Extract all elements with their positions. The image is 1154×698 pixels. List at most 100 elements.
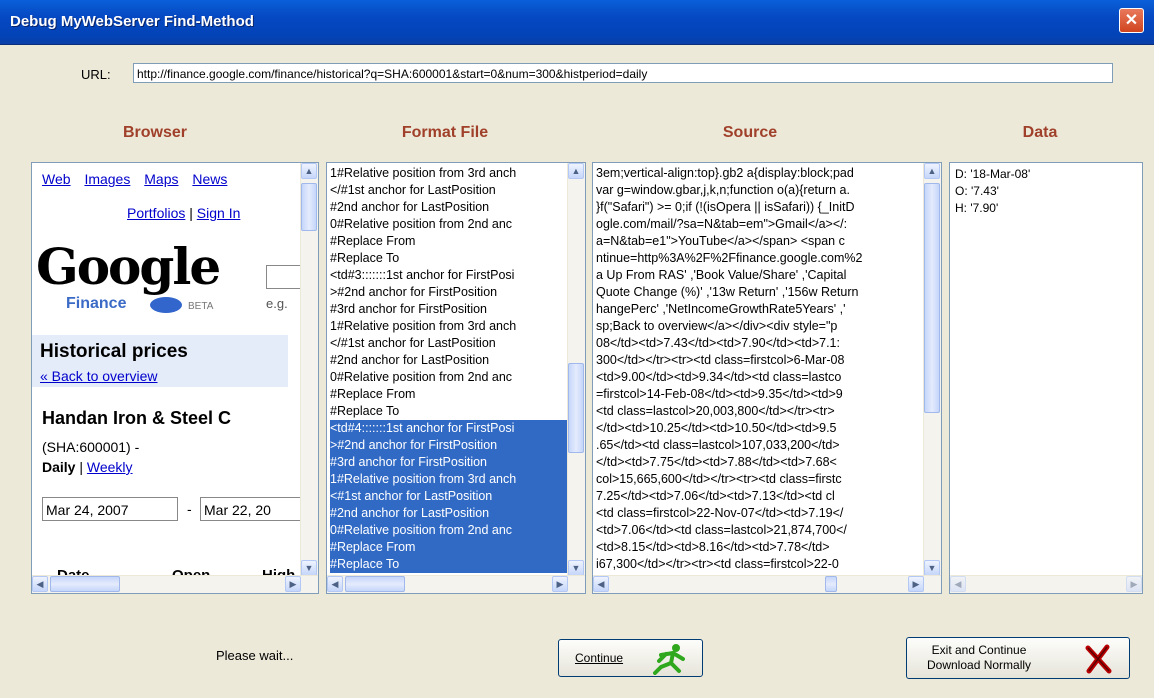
scroll-thumb[interactable] [924,183,940,413]
browser-panel[interactable]: Web Images Maps News Portfolios | Sign I… [31,162,319,594]
scroll-left-arrow-icon[interactable]: ◀ [950,576,966,592]
browser-view: Web Images Maps News Portfolios | Sign I… [32,163,300,575]
daily-label: Daily [42,459,76,475]
title-bar: Debug MyWebServer Find-Method ✕ [0,0,1154,45]
scroll-down-arrow-icon[interactable]: ▼ [301,560,317,576]
running-man-icon [653,644,685,675]
source-line: <td>8.15</td><td>8.16</td><td>7.78</td> [596,540,830,554]
data-panel[interactable]: D: '18-Mar-08' O: '7.43' H: '7.90' ◀ ▶ [949,162,1143,594]
format-line: #Replace From [330,539,567,556]
nav-maps-link[interactable]: Maps [144,171,178,187]
scroll-down-arrow-icon[interactable]: ▼ [924,560,940,576]
source-line: <td class=lastcol>20,003,800</td></tr><t… [596,404,835,418]
link-separator: | [189,205,193,221]
date-range-dash: - [187,501,192,517]
exit-label: Exit and Continue Download Normally [927,643,1032,672]
source-line: a=N&tab=e1">YouTube</a></span> <span c [596,234,845,248]
scroll-thumb[interactable] [568,363,584,453]
source-line: Quote Change (%)' ,'13w Return' ,'156w R… [596,285,859,299]
scroll-left-arrow-icon[interactable]: ◀ [327,576,343,592]
format-line: #Replace From [330,387,416,401]
data-text[interactable]: D: '18-Mar-08' O: '7.43' H: '7.90' [955,168,1124,219]
start-date-input[interactable]: Mar 24, 2007 [42,497,178,521]
scroll-left-arrow-icon[interactable]: ◀ [593,576,609,592]
portfolios-link[interactable]: Portfolios [127,205,185,221]
browser-vertical-scrollbar[interactable]: ▲ ▼ [300,163,318,576]
source-line: ntinue=http%3A%2F%2Ffinance.google.com%2 [596,251,863,265]
nav-web-link[interactable]: Web [42,171,71,187]
scroll-up-arrow-icon[interactable]: ▲ [924,163,940,179]
format-line: <td#3:::::::1st anchor for FirstPosi [330,268,515,282]
source-line: }f("Safari") >= 0;if (!(isOpera || isSaf… [596,200,855,214]
col-header-date: Date [57,567,90,575]
format-line: 0#Relative position from 2nd anc [330,370,513,384]
format-line: #3rd anchor for FirstPosition [330,454,567,471]
back-to-overview-link[interactable]: « Back to overview [40,368,158,384]
scroll-right-arrow-icon[interactable]: ▶ [908,576,924,592]
nav-news-link[interactable]: News [192,171,227,187]
source-panel[interactable]: 3em;vertical-align:top}.gb2 a{display:bl… [592,162,942,594]
data-column-title: Data [1022,124,1058,141]
exit-continue-button[interactable]: Exit and Continue Download Normally [906,637,1130,679]
format-file-panel[interactable]: 1#Relative position from 3rd anch </#1st … [326,162,586,594]
scroll-thumb[interactable] [301,183,317,231]
col-header-open: Open [172,567,210,575]
source-line: i67,300</td></tr><tr><td class=firstcol>… [596,557,839,571]
end-date-input[interactable]: Mar 22, 20 [200,497,300,521]
format-line: #2nd anchor for LastPosition [330,200,490,214]
google-logo: Google [36,237,221,296]
scroll-thumb[interactable] [50,576,120,592]
source-line: 7.25</td><td>7.06</td><td>7.13</td><td c… [596,489,835,503]
scroll-right-arrow-icon[interactable]: ▶ [285,576,301,592]
url-field[interactable]: http://finance.google.com/finance/histor… [133,63,1113,83]
scroll-right-arrow-icon[interactable]: ▶ [1126,576,1142,592]
format-horizontal-scrollbar[interactable]: ◀ ▶ [327,575,585,593]
scroll-right-arrow-icon[interactable]: ▶ [552,576,568,592]
continue-button[interactable]: Continue [558,639,703,677]
format-line: #2nd anchor for LastPosition [330,353,490,367]
source-line: 3em;vertical-align:top}.gb2 a{display:bl… [596,166,854,180]
weekly-link[interactable]: Weekly [87,459,133,475]
scroll-up-arrow-icon[interactable]: ▲ [301,163,317,179]
source-line: 300</td></tr><tr><td class=firstcol>6-Ma… [596,353,845,367]
format-line: 0#Relative position from 2nd anc [330,217,513,231]
scroll-thumb[interactable] [825,576,837,592]
source-line: <td>7.06</td><td class=lastcol>21,874,70… [596,523,847,537]
browser-search-input[interactable] [266,265,300,289]
col-header-high: High [262,567,295,575]
sign-in-link[interactable]: Sign In [197,205,241,221]
source-vertical-scrollbar[interactable]: ▲ ▼ [923,163,941,576]
source-text[interactable]: 3em;vertical-align:top}.gb2 a{display:bl… [596,165,923,573]
format-line: #3rd anchor for FirstPosition [330,302,488,316]
source-line: hangePerc' ,'NetIncomeGrowthRate5Years' … [596,302,846,316]
source-horizontal-scrollbar[interactable]: ◀ ▶ [593,575,941,593]
continue-label: Continue [575,651,624,665]
format-file-text[interactable]: 1#Relative position from 3rd anch </#1st … [330,165,567,573]
source-line: </td><td>7.75</td><td>7.88</td><td>7.68< [596,455,837,469]
format-column-title: Format File [401,124,489,141]
data-horizontal-scrollbar[interactable]: ◀ ▶ [950,575,1142,593]
source-column-title: Source [722,124,778,141]
format-line: </#1st anchor for LastPosition [330,336,496,350]
format-line: <td#4:::::::1st anchor for FirstPosi [330,420,567,437]
scroll-up-arrow-icon[interactable]: ▲ [568,163,584,179]
browser-horizontal-scrollbar[interactable]: ◀ ▶ [32,575,318,593]
ticker-label: (SHA:600001) - [42,439,140,455]
source-line: col>15,665,600</td></tr><tr><td class=fi… [596,472,842,486]
scroll-left-arrow-icon[interactable]: ◀ [32,576,48,592]
scroll-thumb[interactable] [345,576,405,592]
data-line: O: '7.43' [955,185,999,198]
company-name: Handan Iron & Steel C [42,408,232,428]
url-label: URL: [81,67,111,82]
data-line: H: '7.90' [955,202,999,215]
format-line: 1#Relative position from 3rd anch [330,471,567,488]
nav-images-link[interactable]: Images [84,171,130,187]
status-text: Please wait... [216,648,294,663]
historical-heading: Historical prices [40,341,188,362]
close-button[interactable]: ✕ [1119,8,1144,33]
format-line: #Replace To [330,251,400,265]
source-line: <td class=firstcol>22-Nov-07</td><td>7.1… [596,506,844,520]
format-vertical-scrollbar[interactable]: ▲ ▼ [567,163,585,576]
beta-label: BETA [188,301,214,312]
scroll-down-arrow-icon[interactable]: ▼ [568,560,584,576]
